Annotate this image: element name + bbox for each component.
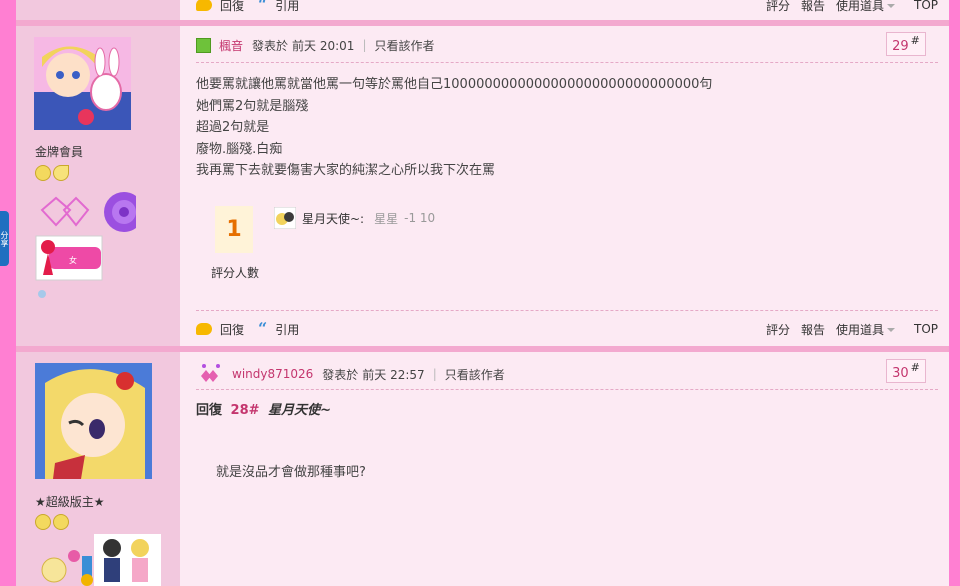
report-link[interactable]: 報告 bbox=[801, 0, 825, 14]
tools-menu[interactable]: 使用道具 bbox=[836, 0, 895, 14]
content-line: 我再罵下去就要傷害大家的純潔之心所以我下次在罵 bbox=[196, 163, 496, 178]
smile-icon bbox=[35, 165, 51, 181]
thread-page: 回復 “引用 評分 報告 使用道具 TOP 金牌會員 女 楓音 發表於 前天 2… bbox=[16, 0, 949, 586]
reply-quote-line: 回復 28# 星月天使~ bbox=[196, 399, 331, 418]
smile-icon bbox=[53, 514, 69, 530]
smile-icon bbox=[35, 514, 51, 530]
reply-action[interactable]: 回復 bbox=[196, 0, 244, 14]
post-time: 前天 22:57 bbox=[362, 367, 425, 382]
rate-link[interactable]: 評分 bbox=[766, 321, 790, 338]
content-line: 廢物.腦殘.白痴 bbox=[196, 141, 283, 157]
reply-floor-link[interactable]: 28# bbox=[231, 403, 260, 418]
tools-menu[interactable]: 使用道具 bbox=[836, 321, 895, 338]
moon-icon bbox=[53, 165, 69, 181]
top-link[interactable]: TOP bbox=[914, 0, 938, 12]
user-status-icon bbox=[201, 364, 220, 382]
content-line: 她們罵2句就是腦殘 bbox=[196, 98, 309, 114]
reply-action[interactable]: 回復 bbox=[196, 321, 244, 338]
rating-count-label: 評分人數 bbox=[211, 266, 260, 280]
rate-link[interactable]: 評分 bbox=[766, 0, 790, 14]
quote-icon: “ bbox=[258, 0, 268, 14]
post-30-content: 就是沒品才會做那種事吧? bbox=[216, 465, 366, 480]
quote-action[interactable]: “引用 bbox=[258, 0, 299, 14]
rating-entry: 星月天使~: 星星 -1 10 bbox=[274, 207, 435, 229]
female-badge: 女 bbox=[35, 235, 103, 281]
user-online-icon bbox=[196, 37, 211, 53]
status-icons bbox=[35, 514, 71, 533]
status-icons bbox=[35, 165, 71, 184]
header-divider bbox=[196, 389, 938, 390]
header-divider bbox=[196, 62, 938, 63]
medal-icons bbox=[40, 192, 136, 232]
reply-icon bbox=[196, 323, 212, 335]
only-author-link[interactable]: 只看該作者 bbox=[445, 366, 505, 383]
reply-to-name: 星月天使~ bbox=[268, 403, 331, 418]
post-time: 前天 20:01 bbox=[292, 38, 355, 53]
content-line: 超過2句就是 bbox=[196, 120, 270, 135]
post-29-header: 楓音 發表於 前天 20:01 | 只看該作者 29 # bbox=[196, 32, 938, 57]
post-30-header: windy871026 發表於 前天 22:57 | 只看該作者 30 # bbox=[196, 359, 938, 386]
author-name[interactable]: 楓音 bbox=[219, 37, 243, 54]
only-author-link[interactable]: 只看該作者 bbox=[374, 37, 434, 54]
rater-avatar bbox=[274, 207, 296, 229]
top-link[interactable]: TOP bbox=[914, 322, 938, 336]
floor-number[interactable]: 30 # bbox=[886, 359, 926, 383]
content-divider bbox=[196, 310, 938, 311]
author-avatar bbox=[35, 363, 152, 479]
author-rank: 金牌會員 bbox=[35, 145, 84, 159]
author-rank: ★超級版主★ bbox=[35, 495, 105, 509]
post-time-label: 發表於 bbox=[252, 38, 289, 53]
separator-pipe: | bbox=[432, 367, 437, 381]
svg-text:女: 女 bbox=[69, 255, 77, 265]
chevron-down-icon bbox=[886, 4, 895, 8]
reply-icon bbox=[196, 0, 212, 11]
post-time-label: 發表於 bbox=[322, 367, 359, 382]
quote-action[interactable]: “引用 bbox=[258, 321, 299, 338]
rating-score: -1 10 bbox=[404, 211, 436, 225]
author-name[interactable]: windy871026 bbox=[232, 367, 313, 381]
author-avatar bbox=[34, 37, 131, 130]
post-29-content: 他要罵就讓他罵就當他罵一句等於罵他自己100000000000000000000… bbox=[196, 74, 936, 182]
rating-count[interactable]: 1 bbox=[215, 206, 253, 253]
rater-name[interactable]: 星月天使~: bbox=[302, 210, 364, 227]
post-28-action-bar: 回復 “引用 評分 報告 使用道具 TOP bbox=[196, 0, 938, 16]
report-link[interactable]: 報告 bbox=[801, 321, 825, 338]
content-line: 他要罵就讓他罵就當他罵一句等於罵他自己100000000000000000000… bbox=[196, 77, 713, 92]
chevron-down-icon bbox=[886, 328, 895, 332]
post-29-action-bar: 回復 “引用 評分 報告 使用道具 TOP bbox=[196, 318, 938, 340]
rating-item: 星星 bbox=[374, 211, 399, 226]
separator-pipe: | bbox=[362, 38, 367, 52]
floor-number[interactable]: 29 # bbox=[886, 32, 926, 56]
reply-label: 回復 bbox=[196, 403, 223, 418]
post-separator bbox=[16, 346, 949, 352]
share-side-tab[interactable]: 分享 bbox=[0, 211, 9, 266]
medal-icons bbox=[41, 534, 161, 586]
online-status-icon bbox=[38, 290, 46, 298]
post-separator bbox=[16, 20, 949, 26]
quote-icon: “ bbox=[258, 319, 268, 338]
